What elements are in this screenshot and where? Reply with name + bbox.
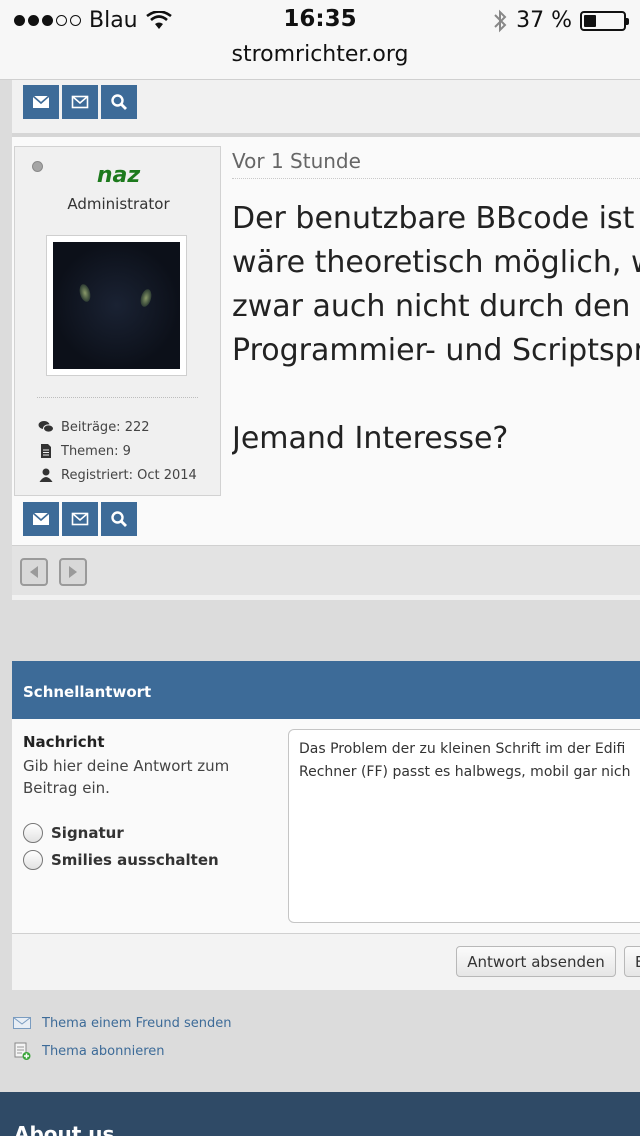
search-icon [111, 94, 127, 110]
option-signature[interactable]: Signatur [23, 823, 124, 843]
triangle-left-icon [30, 566, 38, 578]
quick-reply-footer: Antwort absenden E [12, 934, 640, 990]
envelope-outline-icon [71, 512, 89, 526]
quick-reply-header: Schnellantwort [12, 661, 640, 719]
avatar-image [53, 242, 180, 369]
stat-threads-label: Themen: 9 [61, 443, 131, 459]
submit-reply-button[interactable]: Antwort absenden [456, 946, 616, 977]
address-bar-url[interactable]: stromrichter.org [0, 42, 640, 67]
footer-title: About us [14, 1122, 115, 1136]
post: naz Administrator Beiträge: 222 Themen: … [12, 133, 640, 545]
signature-label: Signatur [51, 824, 124, 842]
status-right: 37 % [492, 8, 629, 33]
comments-icon [38, 421, 54, 433]
option-disable-smilies[interactable]: Smilies ausschalten [23, 850, 219, 870]
post-message: Der benutzbare BBcode ist f wäre theoret… [232, 197, 640, 461]
email-button[interactable] [23, 85, 59, 119]
envelope-icon [13, 1017, 31, 1029]
author-profile: naz Administrator Beiträge: 222 Themen: … [14, 146, 221, 496]
post-line: Programmier- und Scriptspr [232, 333, 640, 368]
search-icon [111, 511, 127, 527]
envelope-solid-icon [32, 95, 50, 108]
send-to-friend-label: Thema einem Freund senden [42, 1015, 232, 1031]
disable-smilies-label: Smilies ausschalten [51, 851, 219, 869]
triangle-right-icon [69, 566, 77, 578]
footer-about: About us [0, 1092, 640, 1136]
signature-checkbox[interactable] [23, 823, 43, 843]
battery-percent: 37 % [516, 8, 572, 33]
search-posts-button[interactable] [101, 502, 137, 536]
author-rank: Administrator [67, 195, 170, 213]
bluetooth-icon [494, 9, 507, 32]
next-page-button[interactable] [59, 558, 87, 586]
email-button[interactable] [23, 502, 59, 536]
textarea-line: Rechner (FF) passt es halbwegs, mobil ga… [299, 764, 631, 780]
textarea-line: Das Problem der zu kleinen Schrift im de… [299, 741, 626, 757]
stat-posts-label: Beiträge: 222 [61, 419, 150, 435]
user-icon [39, 468, 53, 482]
thread-content: naz Administrator Beiträge: 222 Themen: … [12, 80, 640, 600]
battery-icon [580, 10, 629, 31]
subscribe-thread-link[interactable]: Thema abonnieren [12, 1041, 165, 1061]
profile-divider [37, 397, 198, 398]
post-line: zwar auch nicht durch den U [232, 289, 640, 324]
author-name[interactable]: naz [15, 163, 222, 188]
post-date: Vor 1 Stunde [232, 149, 640, 179]
subscribe-thread-label: Thema abonnieren [42, 1043, 165, 1059]
avatar[interactable] [46, 235, 187, 376]
post-actions-bottom [23, 502, 140, 536]
stat-posts: Beiträge: 222 [38, 419, 150, 435]
private-message-button[interactable] [62, 85, 98, 119]
post-actions-top [23, 85, 140, 119]
disable-smilies-checkbox[interactable] [23, 850, 43, 870]
stat-registered: Registriert: Oct 2014 [38, 467, 197, 483]
previous-page-button[interactable] [20, 558, 48, 586]
post-line: Der benutzbare BBcode ist f [232, 201, 640, 236]
stat-registered-label: Registriert: Oct 2014 [61, 467, 197, 483]
message-hint: Gib hier deine Antwort zum Beitrag ein. [23, 757, 230, 797]
post-line: wäre theoretisch möglich, w [232, 245, 640, 280]
quick-reply-form: Nachricht Gib hier deine Antwort zum Bei… [12, 719, 640, 934]
envelope-outline-icon [71, 95, 89, 109]
message-textarea[interactable]: Das Problem der zu kleinen Schrift im de… [288, 729, 640, 923]
send-to-friend-link[interactable]: Thema einem Freund senden [12, 1013, 232, 1033]
private-message-button[interactable] [62, 502, 98, 536]
secondary-button[interactable]: E [624, 946, 640, 977]
stat-threads: Themen: 9 [38, 443, 131, 459]
search-posts-button[interactable] [101, 85, 137, 119]
message-label: Nachricht [23, 733, 105, 751]
post-line: Jemand Interesse? [232, 421, 509, 456]
subscribe-icon [14, 1042, 31, 1060]
status-bar: Blau 16:35 37 % stromrichter.org [0, 0, 640, 80]
document-icon [41, 444, 51, 458]
envelope-solid-icon [32, 512, 50, 525]
pagination [12, 545, 640, 595]
